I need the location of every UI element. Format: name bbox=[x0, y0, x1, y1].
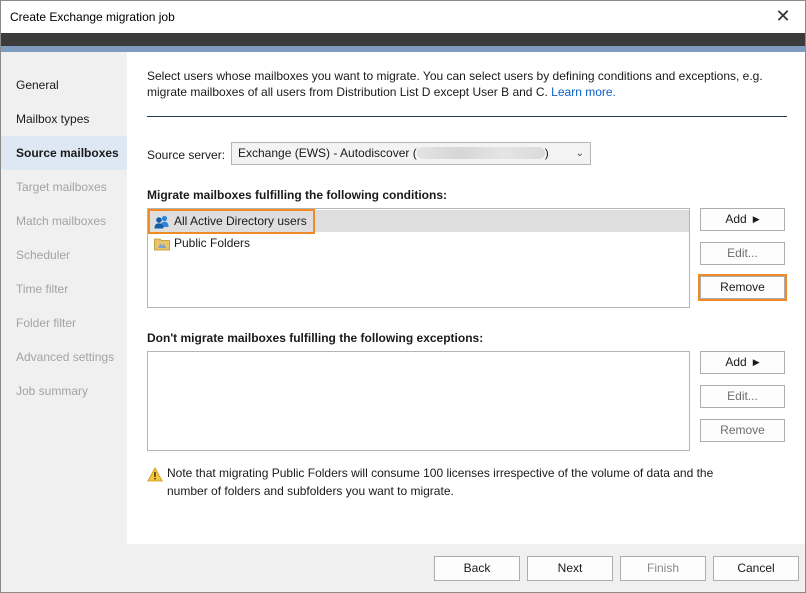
learn-more-link[interactable]: Learn more. bbox=[551, 85, 616, 99]
finish-button[interactable]: Finish bbox=[620, 556, 706, 581]
add-label: Add bbox=[725, 212, 747, 226]
conditions-list[interactable]: All Active Directory users Public Folder… bbox=[147, 208, 690, 308]
dialog-footer: Back Next Finish Cancel bbox=[127, 544, 805, 592]
intro-text: Select users whose mailboxes you want to… bbox=[147, 68, 787, 100]
condition-label: All Active Directory users bbox=[174, 214, 307, 228]
main-panel: Select users whose mailboxes you want to… bbox=[127, 52, 805, 544]
sidebar-item-scheduler: Scheduler bbox=[16, 248, 71, 262]
source-server-dropdown[interactable]: Exchange (EWS) - Autodiscover () ⌄ bbox=[231, 142, 591, 165]
header-banner bbox=[1, 33, 805, 46]
sidebar-item-mailbox-types[interactable]: Mailbox types bbox=[1, 102, 127, 136]
sidebar-item-folder-filter: Folder filter bbox=[16, 316, 77, 330]
exceptions-label: Don't migrate mailboxes fulfilling the f… bbox=[147, 331, 484, 345]
dialog-window: Create Exchange migration job ✕ General … bbox=[0, 0, 806, 593]
sidebar-item-advanced-settings: Advanced settings bbox=[16, 350, 115, 364]
exceptions-list[interactable] bbox=[147, 351, 690, 451]
next-button[interactable]: Next bbox=[527, 556, 613, 581]
source-server-label: Source server: bbox=[147, 148, 226, 162]
wizard-steps-sidebar: General Mailbox types Source mailboxes T… bbox=[1, 52, 127, 592]
intro-line-1: Select users whose mailboxes you want to… bbox=[147, 69, 763, 83]
conditions-add-button[interactable]: Add ▶ bbox=[700, 208, 785, 231]
warning-icon bbox=[147, 467, 163, 482]
exceptions-add-button[interactable]: Add ▶ bbox=[700, 351, 785, 374]
sidebar-item-job-summary: Job summary bbox=[16, 384, 89, 398]
title-bar: Create Exchange migration job ✕ bbox=[1, 1, 805, 33]
chevron-right-icon: ▶ bbox=[752, 214, 760, 224]
conditions-edit-button[interactable]: Edit... bbox=[700, 242, 785, 265]
sidebar-item-match-mailboxes: Match mailboxes bbox=[16, 214, 107, 228]
exceptions-edit-button[interactable]: Edit... bbox=[700, 385, 785, 408]
sidebar-item-source-mailboxes[interactable]: Source mailboxes bbox=[1, 136, 127, 170]
chevron-down-icon: ⌄ bbox=[575, 148, 584, 159]
public-folders-license-note: Note that migrating Public Folders will … bbox=[167, 466, 714, 498]
conditions-remove-button[interactable]: Remove bbox=[700, 276, 785, 299]
source-server-suffix: ) bbox=[544, 146, 549, 160]
condition-item-public-folders[interactable]: Public Folders bbox=[148, 232, 689, 254]
back-button[interactable]: Back bbox=[434, 556, 520, 581]
close-icon[interactable]: ✕ bbox=[773, 6, 793, 26]
sidebar-item-time-filter: Time filter bbox=[16, 282, 69, 296]
exceptions-remove-button[interactable]: Remove bbox=[700, 419, 785, 442]
sidebar-item-target-mailboxes: Target mailboxes bbox=[16, 180, 107, 194]
users-icon bbox=[154, 214, 170, 229]
sidebar-item-general[interactable]: General bbox=[1, 68, 127, 102]
window-title: Create Exchange migration job bbox=[10, 10, 175, 24]
add-label: Add bbox=[725, 355, 747, 369]
folder-icon bbox=[154, 236, 170, 251]
redacted-server-name bbox=[416, 147, 545, 159]
condition-label: Public Folders bbox=[174, 236, 251, 250]
chevron-right-icon: ▶ bbox=[752, 357, 760, 367]
intro-separator bbox=[147, 116, 787, 117]
intro-line-2: migrate mailboxes of all users from Dist… bbox=[147, 85, 548, 99]
source-server-prefix: Exchange (EWS) - Autodiscover ( bbox=[238, 146, 417, 160]
cancel-button[interactable]: Cancel bbox=[713, 556, 799, 581]
conditions-label: Migrate mailboxes fulfilling the followi… bbox=[147, 188, 447, 202]
condition-item-all-ad-users[interactable]: All Active Directory users bbox=[148, 209, 689, 234]
